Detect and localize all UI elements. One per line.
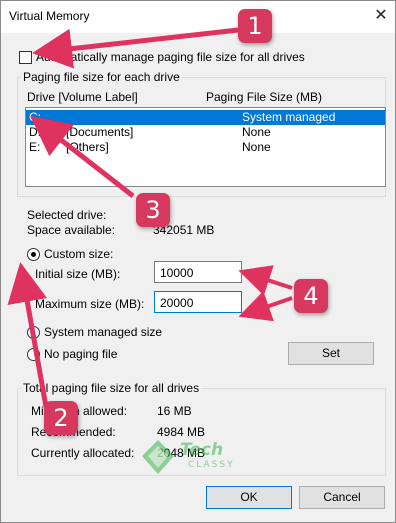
badge-3: 3	[136, 193, 170, 227]
badge-2: 2	[44, 401, 78, 435]
arrow-1	[32, 27, 239, 69]
arrow-3	[30, 115, 135, 198]
arrow-2	[7, 262, 51, 419]
badge-1: 1	[238, 9, 272, 43]
annotation-arrows	[7, 27, 293, 419]
arrow-4b	[238, 291, 293, 322]
arrow-4a	[238, 265, 293, 296]
badge-4: 4	[294, 279, 328, 313]
